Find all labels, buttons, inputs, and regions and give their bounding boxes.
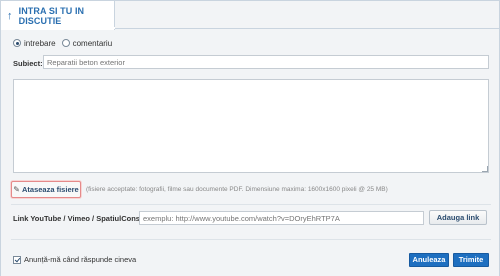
notify-option: Anunță-mă când răspunde cineva xyxy=(13,255,136,264)
radio-intrebare[interactable] xyxy=(13,39,21,47)
link-label: Link YouTube / Vimeo / SpatiulConstruit: xyxy=(13,214,158,223)
subject-label: Subiect: xyxy=(13,59,43,68)
add-link-button[interactable]: Adauga link xyxy=(429,210,487,225)
tab-bar: ↑ INTRA SI TU IN DISCUTIE xyxy=(1,1,499,30)
radio-intrebare-label[interactable]: intrebare xyxy=(24,39,56,48)
radio-comentariu[interactable] xyxy=(61,39,70,47)
tab-join-discussion[interactable]: ↑ INTRA SI TU IN DISCUTIE xyxy=(1,1,115,30)
divider xyxy=(11,204,491,205)
cancel-button[interactable]: Anuleaza xyxy=(409,253,449,267)
link-input[interactable] xyxy=(139,211,424,225)
bottom-divider xyxy=(11,239,491,240)
notify-label[interactable]: Anunță-mă când răspunde cineva xyxy=(24,255,136,264)
message-textarea[interactable] xyxy=(13,79,489,173)
radio-comentariu-label[interactable]: comentariu xyxy=(73,39,113,48)
attach-hint: (fisiere acceptate: fotografii, filme sa… xyxy=(86,186,388,193)
subject-input[interactable] xyxy=(43,55,489,69)
discussion-panel: ↑ INTRA SI TU IN DISCUTIE intrebare come… xyxy=(0,0,500,276)
attach-files-button[interactable]: ✎ Ataseaza fisiere xyxy=(11,181,81,198)
attach-files-label: Ataseaza fisiere xyxy=(22,185,79,194)
post-type-selector: intrebare comentariu xyxy=(13,37,118,49)
tab-active-indicator xyxy=(1,27,115,29)
notify-checkbox[interactable] xyxy=(13,255,21,264)
paperclip-icon: ✎ xyxy=(13,185,20,194)
tab-label: INTRA SI TU IN DISCUTIE xyxy=(18,5,85,26)
arrow-up-icon: ↑ xyxy=(7,9,13,22)
resize-grip-icon[interactable] xyxy=(482,166,488,172)
submit-button[interactable]: Trimite xyxy=(453,253,489,267)
